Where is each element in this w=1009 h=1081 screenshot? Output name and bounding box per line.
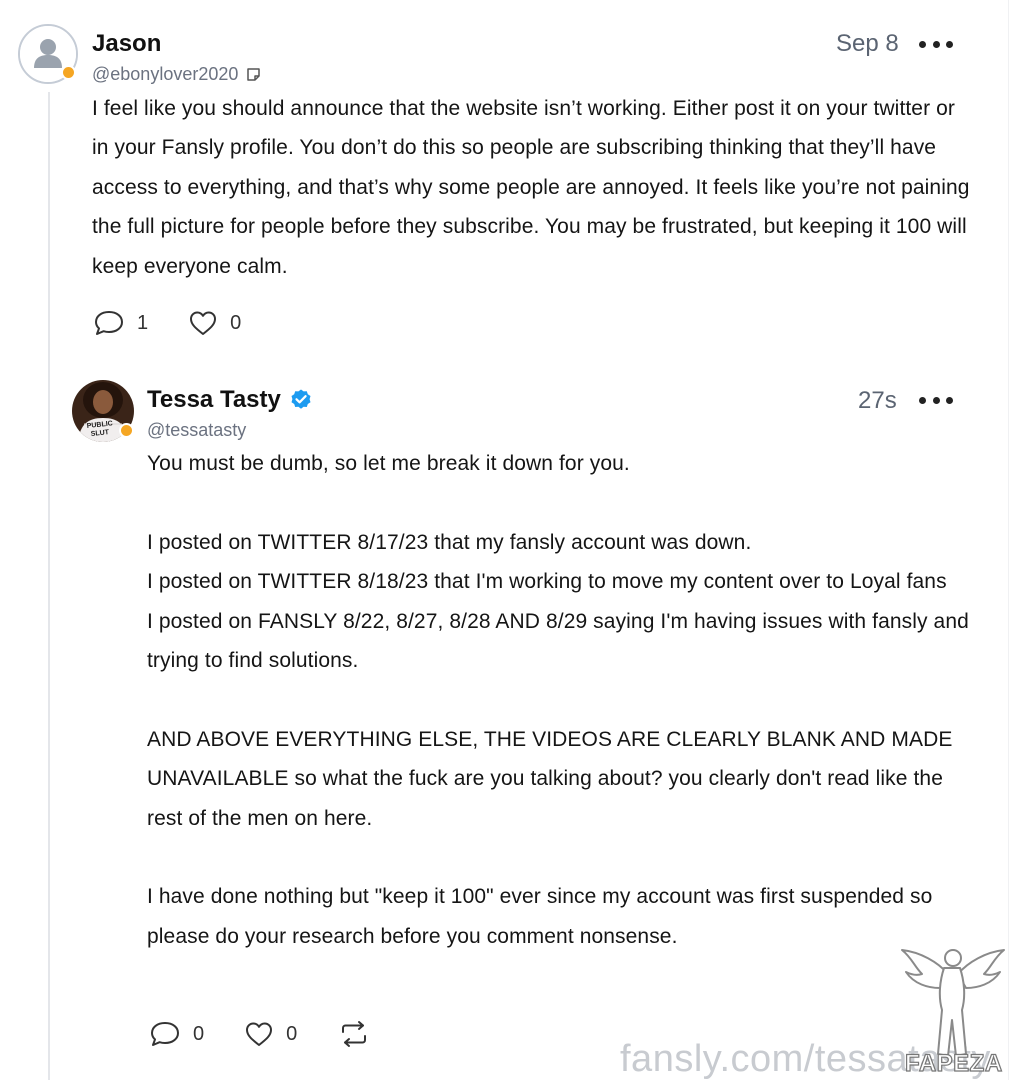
online-status-dot: [61, 65, 76, 80]
online-status-dot: [119, 423, 134, 438]
note-icon[interactable]: [246, 67, 262, 83]
post-body: I feel like you should announce that the…: [92, 97, 976, 278]
more-options-button[interactable]: [919, 34, 953, 54]
reply-author-avatar[interactable]: PUBLIC SLUT: [72, 380, 134, 442]
comment-icon: [151, 1022, 179, 1046]
reply-author-handle-text[interactable]: @tessatasty: [147, 420, 246, 441]
thread-line: [48, 92, 50, 1080]
author-name-text[interactable]: Jason: [92, 30, 161, 58]
post-timestamp[interactable]: Sep 8: [836, 30, 899, 58]
more-dot-icon: [932, 40, 940, 48]
reply-body: You must be dumb, so let me break it dow…: [147, 452, 969, 948]
like-count: 0: [230, 311, 242, 334]
reply-author-handle[interactable]: @tessatasty: [147, 420, 246, 441]
heart-icon: [246, 1022, 273, 1046]
more-dot-icon: [919, 396, 926, 404]
reply-more-options-button[interactable]: [919, 390, 953, 410]
reply-author-name[interactable]: Tessa Tasty: [147, 386, 313, 414]
like-button[interactable]: 0: [188, 309, 241, 337]
more-dot-icon: [946, 396, 953, 404]
reply-timestamp[interactable]: 27s: [858, 387, 897, 415]
author-handle[interactable]: @ebonylover2020: [92, 64, 262, 85]
like-button[interactable]: 0: [244, 1020, 297, 1048]
like-count: 0: [286, 1022, 298, 1045]
more-dot-icon: [932, 396, 940, 404]
author-handle-text[interactable]: @ebonylover2020: [92, 64, 238, 85]
more-dot-icon: [946, 40, 953, 48]
author-name[interactable]: Jason: [92, 30, 161, 58]
reply-count: 0: [193, 1022, 205, 1045]
repost-button[interactable]: [337, 1020, 371, 1048]
verified-badge-icon: [291, 389, 311, 409]
more-dot-icon: [919, 40, 926, 48]
fapeza-logo-text: FAPEZA: [904, 1049, 1003, 1077]
post-actions: 1 0: [93, 309, 281, 337]
repost-icon: [342, 1021, 367, 1047]
comment-icon: [95, 311, 123, 335]
heart-icon: [190, 311, 217, 335]
author-avatar[interactable]: [18, 24, 78, 84]
reply-count: 1: [137, 311, 149, 334]
reply-button[interactable]: 1: [93, 309, 148, 337]
reply-button[interactable]: 0: [149, 1020, 204, 1048]
reply-author-name-text[interactable]: Tessa Tasty: [147, 386, 281, 414]
reply-actions: 0 0: [149, 1020, 411, 1048]
